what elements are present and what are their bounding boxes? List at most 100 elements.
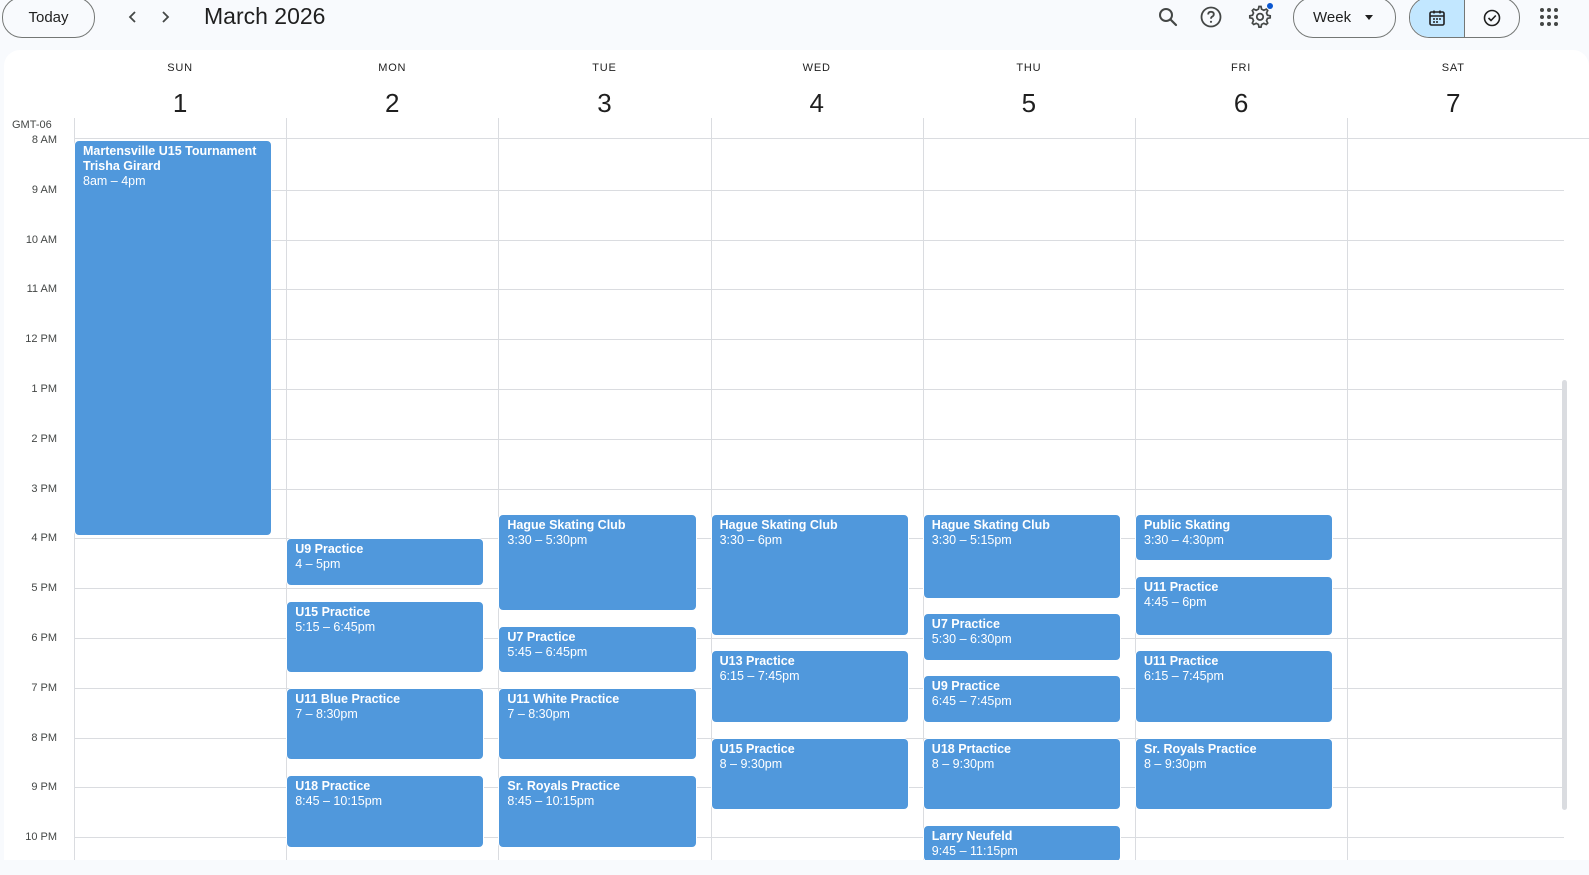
- calendar-event[interactable]: Public Skating 3:30 – 4:30pm: [1135, 513, 1334, 562]
- notification-dot: [1267, 3, 1273, 9]
- calendar-event[interactable]: U11 Practice 6:15 – 7:45pm: [1135, 650, 1334, 724]
- event-time: 8:45 – 10:15pm: [507, 793, 595, 808]
- event-title: U15 Practice: [295, 604, 371, 619]
- calendar-view-toggle[interactable]: [1410, 0, 1465, 37]
- check-circle-icon: [1483, 9, 1501, 26]
- event-title: U18 Prtactice: [931, 741, 1012, 756]
- day-number[interactable]: 7: [1347, 88, 1559, 119]
- event-title: Hague Skating Club: [507, 517, 626, 532]
- today-button[interactable]: Today: [2, 0, 95, 38]
- calendar-event[interactable]: U9 Practice 6:45 – 7:45pm: [922, 675, 1121, 724]
- chevron-left-icon: [128, 11, 136, 23]
- hour-gridline: [74, 239, 1564, 241]
- search-button[interactable]: [1154, 3, 1182, 31]
- event-time: 7 – 8:30pm: [295, 706, 358, 721]
- day-number[interactable]: 3: [498, 88, 710, 119]
- hour-label: 4 PM: [31, 532, 57, 545]
- event-time: 8 – 9:30pm: [719, 756, 783, 771]
- hour-label: 11 AM: [26, 283, 57, 296]
- day-number[interactable]: 1: [74, 88, 286, 119]
- calendar-event[interactable]: Sr. Royals Practice 8:45 – 10:15pm: [498, 774, 697, 848]
- day-number[interactable]: 6: [1135, 88, 1347, 119]
- hour-gridline: [74, 438, 1564, 440]
- event-title: U11 White Practice: [507, 691, 620, 706]
- event-title: Larry Neufeld: [931, 828, 1013, 843]
- apps-grid-icon[interactable]: [1537, 5, 1561, 29]
- calendar-event[interactable]: U11 Practice 4:45 – 6pm: [1135, 575, 1334, 636]
- calendar-event[interactable]: Martensville U15 Tournament Trisha Girard…: [74, 140, 273, 537]
- event-title: U7 Practice: [507, 629, 576, 644]
- calendar-event[interactable]: Hague Skating Club 3:30 – 5:15pm: [922, 513, 1121, 599]
- event-time: 9:45 – 11:15pm: [931, 843, 1018, 858]
- month-title: March 2026: [204, 3, 326, 29]
- hour-gridline: [74, 189, 1564, 191]
- header-divider: [74, 138, 1589, 139]
- event-title: U9 Practice: [295, 542, 364, 557]
- timezone-label: GMT-06: [12, 119, 52, 131]
- calendar-event[interactable]: U7 Practice 5:30 – 6:30pm: [922, 613, 1121, 661]
- calendar-event[interactable]: U9 Practice 4 – 5pm: [286, 538, 485, 587]
- event-title: U11 Practice: [1144, 654, 1219, 669]
- calendar-event[interactable]: U15 Practice 8 – 9:30pm: [710, 737, 909, 811]
- event-time: 8:45 – 10:15pm: [295, 793, 383, 808]
- calendar-event[interactable]: U18 Prtactice 8 – 9:30pm: [922, 737, 1121, 811]
- event-time: 6:15 – 7:45pm: [1144, 669, 1224, 684]
- top-toolbar: Today March 2026 Week: [0, 0, 1589, 50]
- event-time: 8 – 9:30pm: [931, 756, 995, 771]
- hour-label: 9 AM: [31, 183, 57, 196]
- event-time: 3:30 – 4:30pm: [1144, 532, 1224, 547]
- view-selector[interactable]: Week: [1293, 0, 1396, 38]
- event-time: 3:30 – 5:30pm: [507, 532, 588, 547]
- event-time: 6:15 – 7:45pm: [719, 669, 800, 684]
- hour-label: 3 PM: [31, 482, 57, 495]
- day-header-mon[interactable]: MON 2: [286, 50, 498, 138]
- help-button[interactable]: [1197, 3, 1225, 31]
- day-number[interactable]: 5: [923, 88, 1135, 119]
- calendar-app: Today March 2026 Week GMT-06 SUN 1 MON 2…: [0, 0, 1589, 875]
- day-header-tue[interactable]: TUE 3: [498, 50, 710, 138]
- chevron-right-icon: [162, 11, 170, 23]
- search-icon: [1159, 8, 1178, 27]
- calendar-event[interactable]: U7 Practice 5:45 – 6:45pm: [498, 625, 697, 674]
- event-organizer: Trisha Girard: [83, 159, 161, 173]
- event-title: U18 Practice: [295, 778, 371, 793]
- day-header-fri[interactable]: FRI 6: [1135, 50, 1347, 138]
- calendar-event[interactable]: U11 Blue Practice 7 – 8:30pm: [286, 687, 485, 761]
- event-time: 4 – 5pm: [295, 557, 341, 572]
- hour-label: 1 PM: [31, 383, 57, 395]
- view-selector-label: Week: [1313, 9, 1352, 26]
- hour-gridline: [74, 289, 1564, 291]
- calendar-event[interactable]: U15 Practice 5:15 – 6:45pm: [286, 600, 485, 674]
- event-time: 8 – 9:30pm: [1144, 756, 1207, 771]
- next-week-button[interactable]: [152, 4, 178, 30]
- event-time: 4:45 – 6pm: [1144, 594, 1207, 609]
- calendar-event[interactable]: Hague Skating Club 3:30 – 5:30pm: [498, 513, 697, 612]
- settings-button[interactable]: [1246, 3, 1274, 31]
- day-of-week-label: THU: [1016, 62, 1042, 74]
- previous-week-button[interactable]: [120, 4, 146, 30]
- calendar-event[interactable]: Sr. Royals Practice 8 – 9:30pm: [1135, 737, 1334, 811]
- event-title: Hague Skating Club: [931, 517, 1050, 532]
- day-number[interactable]: 4: [711, 88, 923, 119]
- day-header-sun[interactable]: SUN 1: [74, 50, 286, 138]
- hour-label: 10 PM: [25, 831, 57, 844]
- event-time: 5:45 – 6:45pm: [507, 644, 588, 659]
- calendar-event[interactable]: Larry Neufeld 9:45 – 11:15pm: [922, 824, 1121, 860]
- event-time: 6:45 – 7:45pm: [931, 694, 1012, 709]
- hour-label: 8 AM: [31, 134, 57, 146]
- day-number[interactable]: 2: [286, 88, 498, 119]
- calendar-event[interactable]: U18 Practice 8:45 – 10:15pm: [286, 774, 485, 848]
- day-header-thu[interactable]: THU 5: [923, 50, 1135, 138]
- day-header-wed[interactable]: WED 4: [711, 50, 923, 138]
- vertical-scrollbar[interactable]: [1562, 380, 1567, 810]
- event-title: U11 Blue Practice: [295, 691, 401, 706]
- calendar-event[interactable]: U11 White Practice 7 – 8:30pm: [498, 687, 697, 761]
- help-icon: [1200, 6, 1222, 28]
- calendar-event[interactable]: Hague Skating Club 3:30 – 6pm: [710, 513, 909, 636]
- event-time: 3:30 – 5:15pm: [931, 532, 1012, 547]
- tasks-view-toggle[interactable]: [1465, 0, 1520, 37]
- event-title: U13 Practice: [719, 654, 795, 669]
- week-grid: GMT-06 SUN 1 MON 2 TUE 3 WED 4 THU 5 FRI 6 SAT 7 8 AM 9…: [4, 50, 1589, 860]
- day-header-sat[interactable]: SAT 7: [1347, 50, 1559, 138]
- calendar-event[interactable]: U13 Practice 6:15 – 7:45pm: [710, 650, 909, 724]
